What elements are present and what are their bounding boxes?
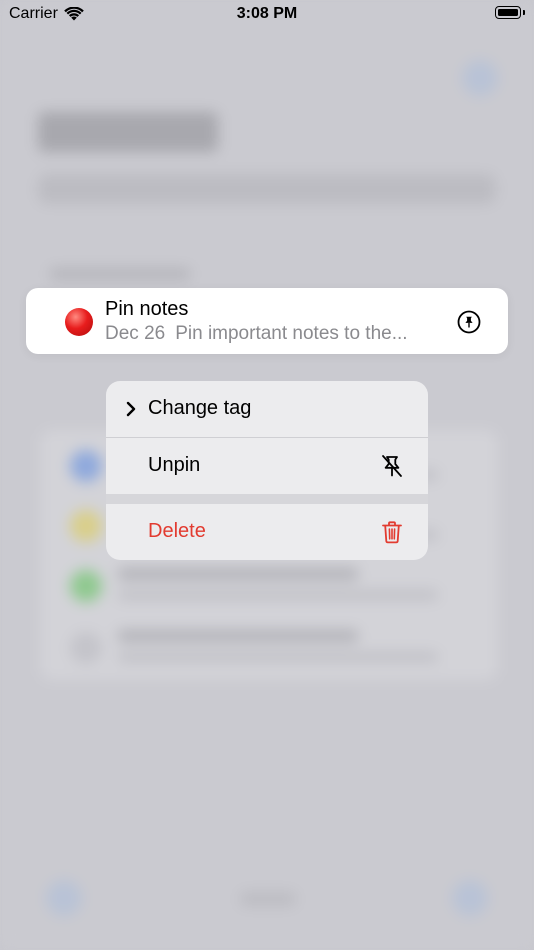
note-title: Pin notes: [105, 298, 189, 320]
change-tag-menu-item[interactable]: Change tag: [106, 381, 428, 437]
delete-menu-item[interactable]: Delete: [106, 504, 428, 560]
status-bar: Carrier 3:08 PM: [0, 0, 534, 30]
pin-slash-icon: [382, 455, 402, 477]
blurred-list-item: [70, 560, 470, 610]
unpin-menu-item[interactable]: Unpin: [106, 438, 428, 494]
blurred-toolbar-label: [240, 892, 296, 906]
note-preview: Pin important notes to the...: [175, 323, 408, 344]
battery-icon: [495, 6, 521, 19]
blurred-search-field: [38, 174, 496, 204]
clock: 3:08 PM: [236, 5, 298, 22]
pin-icon: [457, 310, 481, 334]
blurred-toolbar-button: [46, 880, 82, 916]
blurred-list-item: [70, 622, 470, 672]
menu-section-gap: [106, 494, 428, 504]
note-row-pin-notes[interactable]: Pin notes Dec 26 Pin important notes to t…: [26, 288, 508, 354]
unpin-label: Unpin: [148, 454, 201, 476]
blurred-toolbar-button: [452, 880, 488, 916]
blurred-section-header: [50, 268, 190, 280]
note-subtitle: Dec 26 Pin important notes to the...: [105, 323, 408, 345]
note-date: Dec 26: [105, 323, 166, 344]
delete-label: Delete: [148, 520, 206, 542]
chevron-right-icon: [126, 401, 136, 417]
blurred-page-title: [38, 112, 218, 152]
trash-icon: [382, 521, 402, 544]
battery-tip: [523, 10, 525, 15]
change-tag-label: Change tag: [148, 397, 252, 419]
red-circle-icon: [65, 308, 93, 336]
blurred-add-button: [462, 60, 498, 96]
context-menu: Change tag Unpin Delete: [106, 381, 428, 560]
